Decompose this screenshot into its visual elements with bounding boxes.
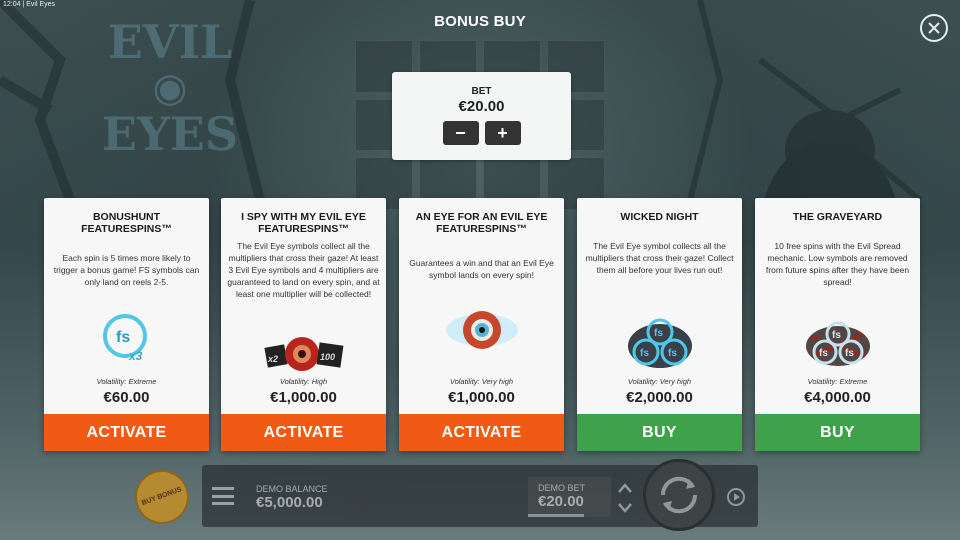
autoplay-icon[interactable] — [725, 486, 747, 508]
bonus-card-bonushunt: BONUSHUNT FEATURESPINS™ Each spin is 5 t… — [44, 198, 209, 451]
buy-button[interactable]: BUY — [755, 414, 920, 451]
svg-text:fs: fs — [640, 348, 649, 359]
card-description: 10 free spins with the Evil Spread mecha… — [765, 241, 910, 287]
bonus-card-wicked-night: WICKED NIGHT The Evil Eye symbol collect… — [577, 198, 742, 451]
card-price: €2,000.00 — [626, 389, 693, 406]
multiplier-label: 100 — [320, 352, 335, 362]
spin-button[interactable] — [643, 459, 715, 531]
decrease-bet-button[interactable]: − — [442, 121, 479, 145]
demo-bet-value: €20.00 — [538, 493, 584, 510]
activate-button[interactable]: ACTIVATE — [44, 414, 209, 451]
svg-text:fs: fs — [116, 329, 130, 346]
card-price: €4,000.00 — [804, 389, 871, 406]
demo-bet-indicator — [528, 514, 584, 517]
activate-button[interactable]: ACTIVATE — [399, 414, 564, 451]
page-title: BONUS BUY — [434, 13, 526, 30]
fs-triple-red-icon: fs fs fs — [755, 304, 920, 384]
balance-value: €5,000.00 — [256, 494, 323, 511]
logo-line: EYES — [101, 107, 239, 161]
bet-selector: BET €20.00 − + — [392, 72, 571, 160]
bet-label: BET — [471, 86, 492, 97]
card-title: THE GRAVEYARD — [792, 211, 883, 223]
card-volatility: Volatility: High — [279, 377, 328, 386]
card-price: €1,000.00 — [448, 389, 515, 406]
card-volatility: Volatility: Very high — [627, 377, 692, 386]
status-bar: 12:04 | Evil Eyes — [3, 1, 55, 8]
bonus-cards: BONUSHUNT FEATURESPINS™ Each spin is 5 t… — [44, 198, 920, 451]
app-name: Evil Eyes — [26, 1, 56, 8]
multiplier-label: x2 — [267, 354, 278, 364]
card-volatility: Volatility: Very high — [449, 377, 514, 386]
card-description: Guarantees a win and that an Evil Eye sy… — [409, 258, 554, 280]
svg-text:fs: fs — [654, 328, 663, 339]
increase-bet-button[interactable]: + — [484, 121, 521, 145]
fs-x3-icon: fs x3 — [44, 298, 209, 378]
card-price: €60.00 — [103, 389, 150, 406]
card-title: I SPY WITH MY EVIL EYE FEATURESPINS™ — [241, 211, 366, 235]
card-title: AN EYE FOR AN EVIL EYE FEATURESPINS™ — [415, 211, 548, 235]
card-description: The Evil Eye symbols collect all the mul… — [227, 241, 380, 299]
evil-eye-icon — [399, 290, 564, 370]
menu-icon[interactable] — [212, 487, 234, 505]
demo-bet-label: DEMO BET — [538, 483, 586, 493]
card-description: Each spin is 5 times more likely to trig… — [53, 253, 200, 287]
game-logo: EVIL ◉ EYES — [100, 18, 240, 168]
bonus-card-i-spy: I SPY WITH MY EVIL EYE FEATURESPINS™ The… — [221, 198, 386, 451]
spin-arrows-icon — [660, 476, 698, 514]
close-button[interactable] — [920, 14, 948, 42]
svg-text:fs: fs — [832, 330, 841, 341]
card-price: €1,000.00 — [270, 389, 337, 406]
buy-button[interactable]: BUY — [577, 414, 742, 451]
svg-text:fs: fs — [845, 348, 854, 359]
card-volatility: Volatility: Extreme — [96, 377, 157, 386]
balance-label: DEMO BALANCE — [256, 484, 328, 494]
bonus-card-graveyard: THE GRAVEYARD 10 free spins with the Evi… — [755, 198, 920, 451]
card-title: WICKED NIGHT — [620, 211, 699, 223]
bonus-card-eye-for-an-eye: AN EYE FOR AN EVIL EYE FEATURESPINS™ Gua… — [399, 198, 564, 451]
evil-eye-multiplier-icon: x2 100 — [221, 324, 386, 384]
bet-value: €20.00 — [458, 98, 505, 115]
chevron-down-icon[interactable] — [617, 502, 633, 514]
svg-text:x3: x3 — [128, 349, 143, 363]
clock: 12:04 — [3, 1, 21, 8]
chevron-up-icon[interactable] — [617, 482, 633, 494]
logo-eye-icon: ◉ — [152, 64, 188, 111]
card-volatility: Volatility: Extreme — [807, 377, 868, 386]
svg-text:fs: fs — [668, 348, 677, 359]
close-icon — [928, 22, 940, 34]
card-description: The Evil Eye symbol collects all the mul… — [585, 241, 734, 275]
buy-bonus-label: BUY BONUS — [140, 486, 183, 507]
svg-text:fs: fs — [819, 348, 828, 359]
activate-button[interactable]: ACTIVATE — [221, 414, 386, 451]
card-title: BONUSHUNT FEATURESPINS™ — [81, 211, 172, 235]
fs-triple-blue-icon: fs fs fs — [577, 304, 742, 384]
